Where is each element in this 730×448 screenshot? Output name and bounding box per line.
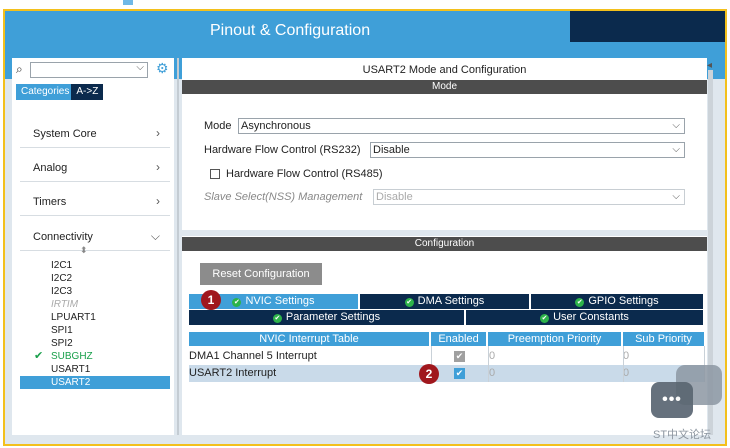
list-item-lpuart1[interactable]: LPUART1 xyxy=(20,311,170,324)
category-analog[interactable]: Analog › xyxy=(20,152,170,182)
tab-gpio-settings[interactable]: ✔ GPIO Settings xyxy=(531,294,704,309)
table-row[interactable]: USART2 Interrupt ✔ 0 0 xyxy=(189,365,704,382)
tab-label: GPIO Settings xyxy=(588,295,659,307)
check-icon: ✔ xyxy=(540,314,550,323)
annotation-badge-1: 1 xyxy=(201,290,221,310)
list-item-usart1[interactable]: USART1 xyxy=(20,363,170,376)
watermark: ST中文论坛 xyxy=(653,429,712,441)
section-gap xyxy=(182,230,707,236)
category-connectivity[interactable]: Connectivity ⌵ xyxy=(20,221,170,251)
hw-flow-label: Hardware Flow Control (RS232) xyxy=(204,144,361,156)
tab-label: NVIC Settings xyxy=(245,295,315,307)
sort-icon[interactable]: ⬍ xyxy=(80,245,88,256)
mode-panel-title: USART2 Mode and Configuration xyxy=(362,64,527,76)
hw-flow-select[interactable]: Disable ⌵ xyxy=(370,142,685,158)
hw-flow-select-value: Disable xyxy=(373,144,410,156)
check-icon: ✔ xyxy=(232,298,242,307)
tab-label: DMA Settings xyxy=(417,295,485,307)
mode-label: Mode xyxy=(204,120,232,132)
window-blip xyxy=(123,0,133,5)
config-tabs-row-1: ✔ NVIC Settings ✔ DMA Settings ✔ GPIO Setti… xyxy=(189,294,704,309)
interrupt-name: DMA1 Channel 5 Interrupt xyxy=(189,350,317,362)
list-item-i2c1[interactable]: I2C1 xyxy=(20,259,170,272)
config-tabs-row-2: ✔ Parameter Settings ✔ User Constants xyxy=(189,310,704,325)
interrupt-name: USART2 Interrupt xyxy=(189,367,277,379)
reset-configuration-button[interactable]: Reset Configuration xyxy=(200,263,322,285)
list-item-usart2[interactable]: USART2 xyxy=(20,376,170,389)
config-section-header: Configuration xyxy=(182,237,707,251)
rs485-label: Hardware Flow Control (RS485) xyxy=(226,168,383,180)
chat-bubble-icon[interactable]: ••• xyxy=(651,382,693,418)
table-header-enabled: Enabled xyxy=(431,332,486,346)
category-label: System Core xyxy=(33,128,97,140)
search-input[interactable]: ⌵ xyxy=(30,62,148,78)
enabled-checkbox[interactable]: ✔ xyxy=(454,368,465,379)
table-header-sub-priority: Sub Priority xyxy=(623,332,704,346)
list-item-irtim[interactable]: IRTIM xyxy=(20,298,170,311)
tab-label: Parameter Settings xyxy=(285,311,381,323)
list-item-spi2[interactable]: SPI2 xyxy=(20,337,170,350)
table-row[interactable]: DMA1 Channel 5 Interrupt ✔ 0 0 xyxy=(189,348,704,365)
chevron-right-icon: › xyxy=(156,160,160,174)
column-divider xyxy=(623,346,624,382)
annotation-badge-2: 2 xyxy=(419,364,439,384)
tab-categories[interactable]: Categories xyxy=(16,84,75,100)
table-header-preemption: Preemption Priority xyxy=(488,332,621,346)
tab-dma-settings[interactable]: ✔ DMA Settings xyxy=(360,294,530,309)
category-label: Timers xyxy=(33,196,67,208)
chevron-down-icon: ⌵ xyxy=(672,120,680,131)
search-icon: ⌕ xyxy=(16,62,23,76)
tab-user-constants[interactable]: ✔ User Constants xyxy=(466,310,704,325)
category-timers[interactable]: Timers › xyxy=(20,186,170,216)
chevron-down-icon: ⌵ xyxy=(150,229,160,243)
table-header-interrupt: NVIC Interrupt Table xyxy=(189,332,429,346)
top-strip xyxy=(0,0,730,9)
nss-label: Slave Select(NSS) Management xyxy=(204,191,363,203)
mode-select-value: Asynchronous xyxy=(241,120,311,132)
tab-label: User Constants xyxy=(553,311,629,323)
rs485-checkbox[interactable] xyxy=(210,169,220,179)
check-icon: ✔ xyxy=(575,298,585,307)
chevron-down-icon[interactable]: ⌵ xyxy=(136,62,144,73)
list-item-subghz[interactable]: ✔ SUBGHZ xyxy=(20,350,170,363)
category-label: Connectivity xyxy=(33,231,93,243)
category-tabs: Categories A->Z xyxy=(16,84,104,100)
check-icon: ✔ xyxy=(34,350,44,362)
chevron-down-icon: ⌵ xyxy=(672,144,680,155)
preemption-value[interactable]: 0 xyxy=(489,367,495,379)
page-title: Pinout & Configuration xyxy=(210,22,371,39)
chevron-right-icon: › xyxy=(156,126,160,140)
mode-section-header: Mode xyxy=(182,80,707,94)
sidebar: ⌕ ⌵ ⚙ Categories A->Z System Core › Analo… xyxy=(12,58,174,435)
search-row: ⌕ ⌵ ⚙ xyxy=(16,60,171,78)
list-item-i2c2[interactable]: I2C2 xyxy=(20,272,170,285)
list-item-label: SUBGHZ xyxy=(51,351,93,362)
panel-divider[interactable] xyxy=(177,58,179,435)
tab-parameter-settings[interactable]: ✔ Parameter Settings xyxy=(189,310,465,325)
check-icon: ✔ xyxy=(404,298,414,307)
config-panel: USART2 Mode and Configuration Mode Mode … xyxy=(182,58,707,435)
list-item-i2c3[interactable]: I2C3 xyxy=(20,285,170,298)
enabled-checkbox[interactable]: ✔ xyxy=(454,351,465,362)
mode-select[interactable]: Asynchronous ⌵ xyxy=(238,118,685,134)
list-item-spi1[interactable]: SPI1 xyxy=(20,324,170,337)
column-divider xyxy=(488,346,489,382)
header-dark-block xyxy=(570,11,725,42)
nss-select-value: Disable xyxy=(376,191,413,203)
check-icon: ✔ xyxy=(272,314,282,323)
tab-a-to-z[interactable]: A->Z xyxy=(71,84,104,100)
preemption-value[interactable]: 0 xyxy=(489,350,495,362)
nss-select[interactable]: Disable ⌵ xyxy=(373,189,685,205)
category-label: Analog xyxy=(33,162,68,174)
category-system-core[interactable]: System Core › xyxy=(20,118,170,148)
chevron-down-icon: ⌵ xyxy=(672,191,680,202)
gear-icon[interactable]: ⚙ xyxy=(156,60,169,77)
chat-dots: ••• xyxy=(662,391,682,408)
chevron-right-icon: › xyxy=(156,194,160,208)
